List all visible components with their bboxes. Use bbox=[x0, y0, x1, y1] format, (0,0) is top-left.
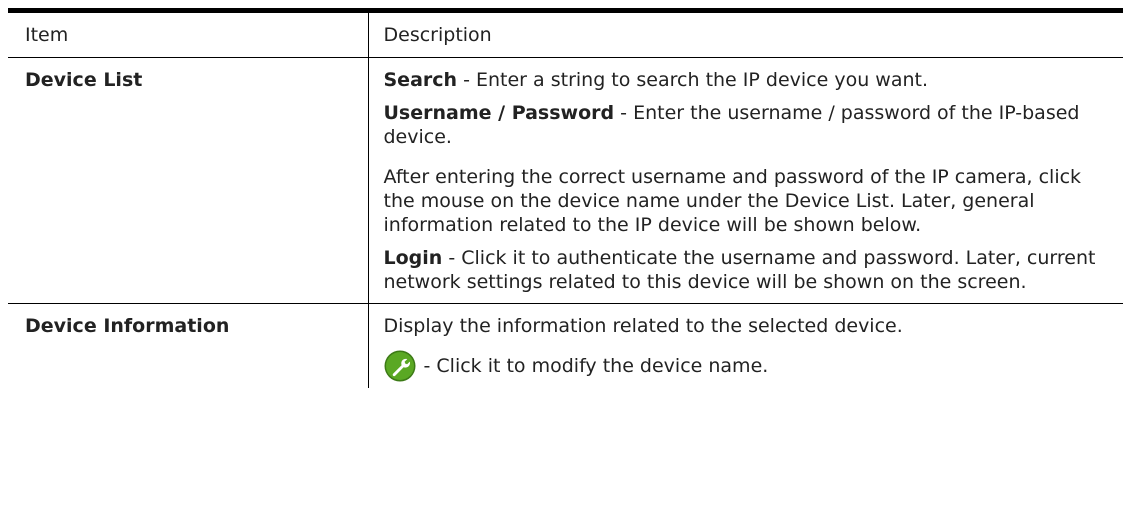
item-device-information: Device Information bbox=[25, 315, 230, 337]
wrench-icon bbox=[384, 350, 416, 382]
description-entry: Search - Enter a string to search the IP… bbox=[369, 58, 1124, 92]
entry-text: After entering the correct username and … bbox=[383, 166, 1082, 236]
header-description: Description bbox=[367, 10, 1123, 58]
header-item: Item bbox=[8, 10, 368, 58]
entry-keyword: Search bbox=[383, 69, 458, 91]
description-entry: After entering the correct username and … bbox=[369, 149, 1124, 237]
description-entry: Login - Click it to authenticate the use… bbox=[369, 237, 1124, 303]
entry-text: - Click it to modify the device name. bbox=[423, 355, 769, 377]
description-table: Item Description Device List Search - En… bbox=[8, 8, 1123, 388]
table-row: Device List Search - Enter a string to s… bbox=[8, 57, 1124, 304]
description-entry: - Click it to modify the device name. bbox=[369, 338, 1124, 388]
entry-text: Display the information related to the s… bbox=[383, 315, 903, 337]
entry-text: - Click it to authenticate the username … bbox=[383, 247, 1096, 293]
entry-text: - Enter a string to search the IP device… bbox=[457, 69, 928, 91]
table-row: Device Information Display the informati… bbox=[8, 303, 1124, 388]
entry-keyword: Login bbox=[383, 247, 443, 269]
item-device-list: Device List bbox=[8, 57, 368, 304]
description-entry: Display the information related to the s… bbox=[369, 304, 1124, 338]
entry-keyword: Username / Password bbox=[383, 102, 615, 124]
description-entry: Username / Password - Enter the username… bbox=[369, 92, 1124, 149]
description-cell: Display the information related to the s… bbox=[367, 303, 1124, 388]
description-cell: Search - Enter a string to search the IP… bbox=[367, 57, 1124, 304]
table-header-row: Item Description bbox=[8, 10, 1123, 58]
